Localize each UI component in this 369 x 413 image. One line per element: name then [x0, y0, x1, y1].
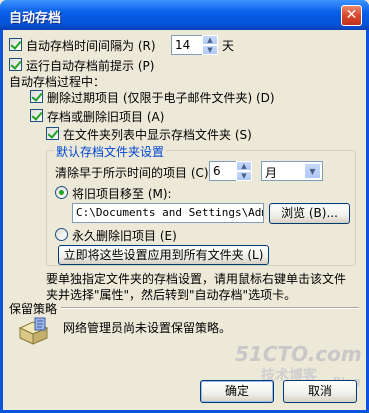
move-items-radio[interactable] [55, 186, 68, 199]
group-title: 默认存档文件夹设置 [54, 143, 167, 160]
clean-older-unit-select[interactable]: 月 ▼ [261, 161, 323, 181]
dialog-window: 自动存档 ✕ 自动存档时间间隔为 (R) 14 ▲ ▼ 天 运行自动存档前提示 … [0, 0, 369, 413]
prompt-before-checkbox[interactable] [9, 58, 22, 71]
apply-to-all-folders-button[interactable]: 立即将这些设置应用到所有文件夹 (L) [58, 245, 269, 265]
hint-text-line1: 要单独指定文件夹的存档设置，请用鼠标右键单击该文件 [46, 272, 347, 286]
retention-text: 网络管理员尚未设置保留策略。 [63, 321, 232, 335]
spin-down-icon[interactable]: ▼ [202, 45, 218, 55]
process-heading: 自动存档过程中： [9, 75, 106, 89]
autosave-interval-label: 自动存档时间间隔为 (R) [26, 39, 156, 53]
browse-button[interactable]: 浏览 (B)... [269, 203, 350, 224]
cancel-button[interactable]: 取消 [283, 380, 357, 403]
clean-older-label: 清除早于所示时间的项目 (C) [55, 166, 209, 180]
permanently-delete-radio[interactable] [55, 228, 68, 241]
retention-heading: 保留策略 [9, 302, 58, 316]
spin-up-icon[interactable]: ▲ [202, 35, 218, 45]
show-archive-folder-label: 在文件夹列表中显示存档文件夹 (S) [63, 128, 252, 142]
autosave-days-unit: 天 [222, 39, 235, 53]
clean-older-spinner[interactable]: ▲ ▼ [236, 161, 252, 181]
archive-or-delete-checkbox[interactable] [30, 109, 43, 122]
window-title: 自动存档 [9, 11, 62, 26]
autosave-days-input[interactable]: 14 [171, 35, 203, 55]
clean-older-unit-value: 月 [265, 166, 278, 180]
spin-down-icon[interactable]: ▼ [236, 171, 252, 181]
clean-older-input[interactable]: 6 [209, 161, 237, 181]
delete-expired-label: 删除过期项目 (仅限于电子邮件文件夹) (D) [47, 91, 275, 105]
autosave-interval-checkbox[interactable] [9, 38, 22, 51]
chevron-down-icon[interactable]: ▼ [304, 163, 321, 179]
retention-divider [61, 307, 359, 309]
close-button[interactable]: ✕ [341, 5, 362, 26]
prompt-before-label: 运行自动存档前提示 (P) [26, 59, 155, 73]
show-archive-folder-checkbox[interactable] [46, 127, 59, 140]
permanently-delete-label: 永久删除旧项目 (E) [72, 229, 177, 243]
move-items-label: 将旧项目移至 (M): [72, 187, 172, 201]
ok-button[interactable]: 确定 [200, 380, 274, 403]
spin-up-icon[interactable]: ▲ [236, 161, 252, 171]
archive-path-input[interactable]: C:\Documents and Settings\Admin [72, 203, 264, 223]
hint-text-line2: 夹并选择"属性"，然后转到"自动存档"选项卡。 [46, 288, 297, 302]
archive-or-delete-label: 存档或删除旧项目 (A) [47, 110, 165, 124]
watermark-text: 51CTO.com [235, 342, 362, 366]
title-bar[interactable]: 自动存档 ✕ [0, 0, 369, 30]
delete-expired-checkbox[interactable] [30, 90, 43, 103]
dialog-body: 自动存档时间间隔为 (R) 14 ▲ ▼ 天 运行自动存档前提示 (P) 自动存… [3, 30, 366, 410]
retention-policy-icon [17, 316, 51, 348]
autosave-days-spinner[interactable]: ▲ ▼ [202, 35, 218, 55]
